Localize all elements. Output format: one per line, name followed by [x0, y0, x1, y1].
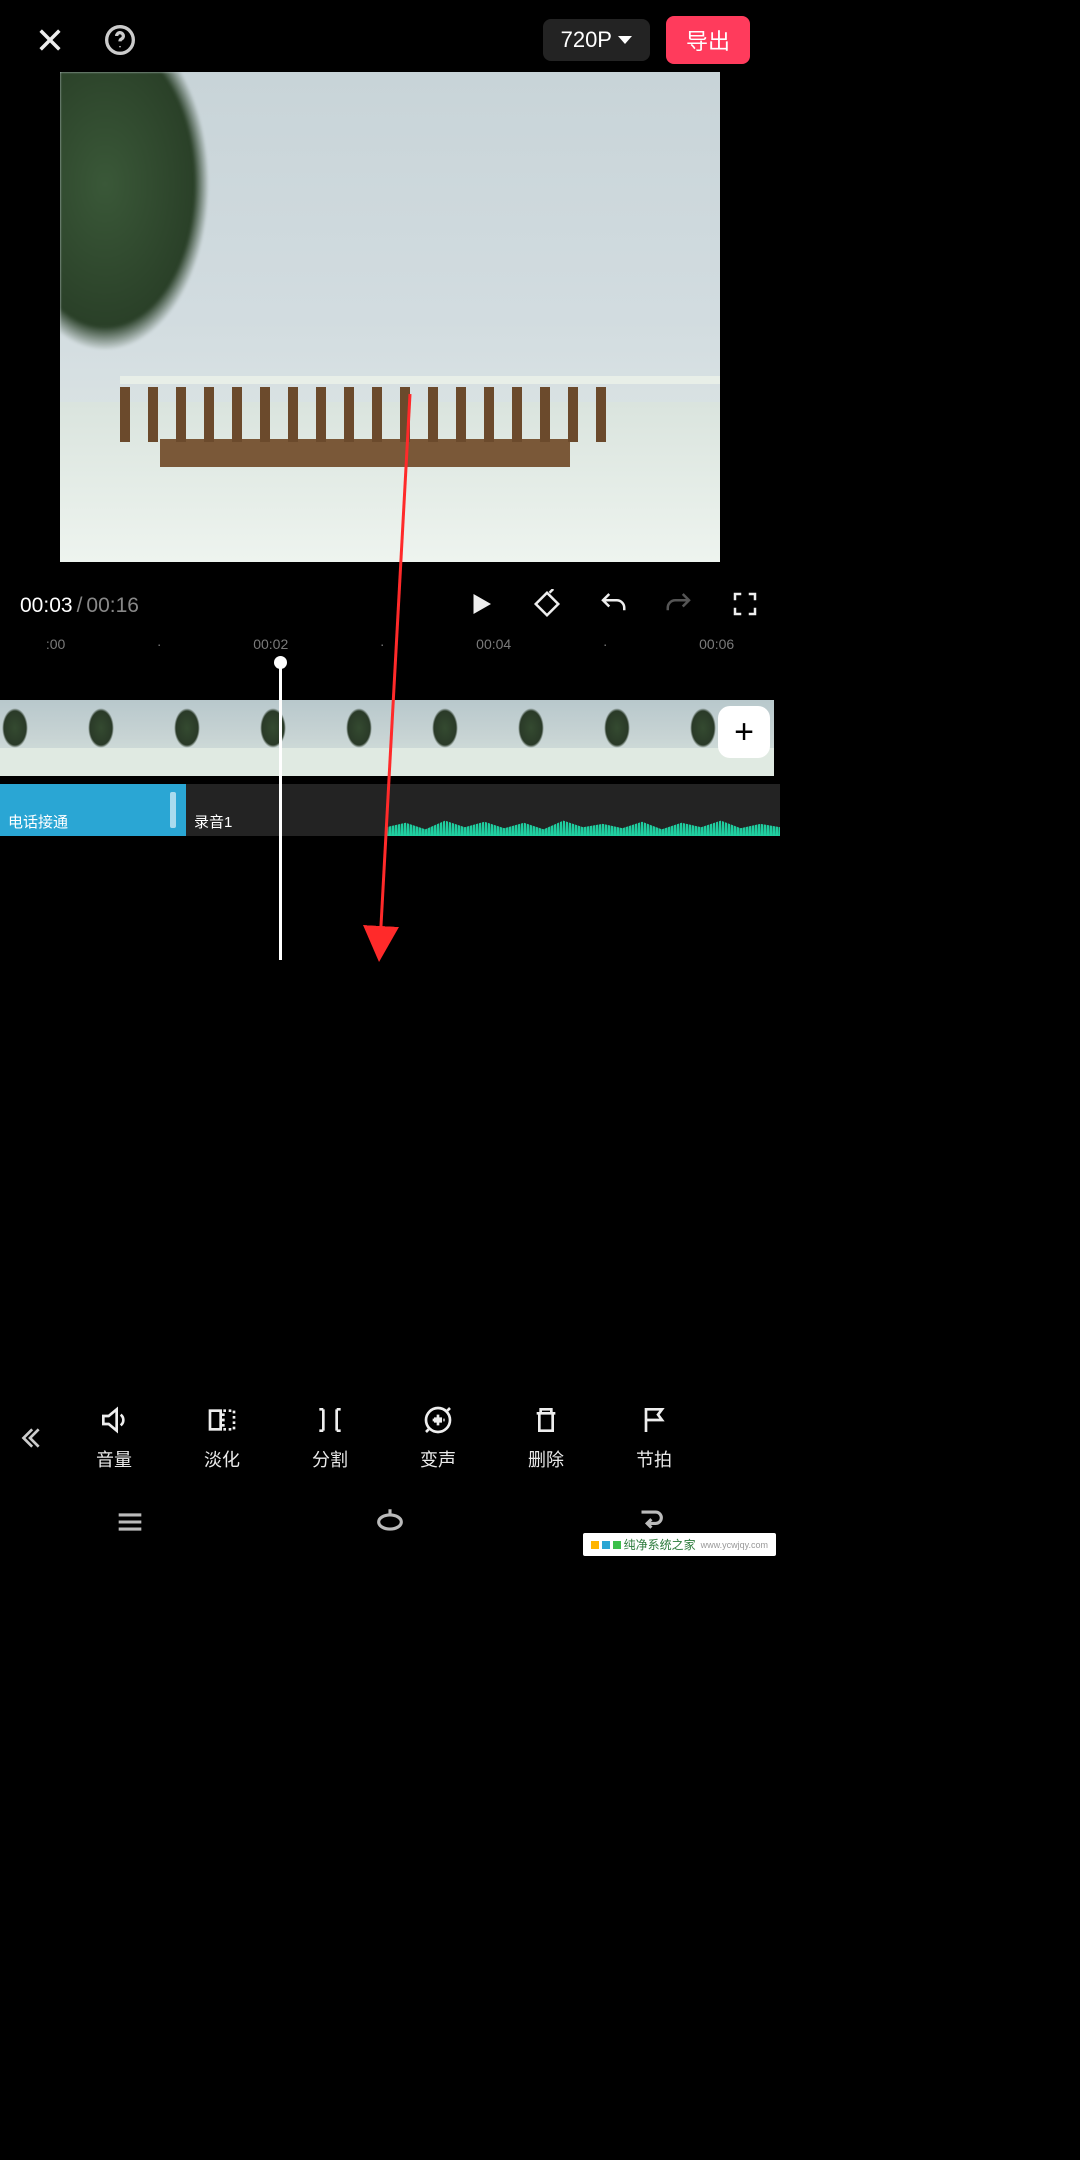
- split-icon: [314, 1404, 346, 1436]
- video-track[interactable]: [0, 700, 780, 776]
- voice-change-icon: [422, 1404, 454, 1436]
- clip-thumbnail[interactable]: [602, 700, 688, 776]
- clip-thumbnail[interactable]: [344, 700, 430, 776]
- speaker-icon: [98, 1404, 130, 1436]
- fade-icon: [206, 1404, 238, 1436]
- video-preview[interactable]: [60, 72, 720, 562]
- voice-change-button[interactable]: 变声: [384, 1404, 492, 1472]
- keyframe-button[interactable]: [532, 589, 562, 624]
- time-separator: /: [77, 594, 83, 618]
- redo-button[interactable]: [664, 589, 694, 624]
- clip-thumbnail[interactable]: [86, 700, 172, 776]
- fullscreen-button[interactable]: [730, 589, 760, 624]
- clip-thumbnail[interactable]: [516, 700, 602, 776]
- audio-tracks: 电话接通 录音1: [0, 784, 780, 836]
- export-button[interactable]: 导出: [666, 16, 750, 64]
- waveform-icon: [386, 814, 780, 836]
- ruler-mark: 00:02: [253, 636, 288, 652]
- toolbar-back-button[interactable]: [0, 1388, 60, 1488]
- close-button[interactable]: [30, 20, 70, 60]
- clip-thumbnail[interactable]: [430, 700, 516, 776]
- audio-clip-recording[interactable]: 录音1: [186, 784, 780, 836]
- trash-icon: [530, 1404, 562, 1436]
- beat-button[interactable]: 节拍: [600, 1404, 708, 1472]
- help-button[interactable]: [100, 20, 140, 60]
- resolution-label: 720P: [561, 27, 612, 53]
- fade-button[interactable]: 淡化: [168, 1404, 276, 1472]
- nav-menu-button[interactable]: [113, 1505, 147, 1544]
- timeline[interactable]: + 电话接通 录音1: [0, 700, 780, 960]
- playback-bar: 00:03 / 00:16: [0, 578, 780, 634]
- clip-thumbnail[interactable]: [258, 700, 344, 776]
- nav-home-button[interactable]: [373, 1505, 407, 1544]
- split-button[interactable]: 分割: [276, 1404, 384, 1472]
- total-time: 00:16: [86, 594, 139, 618]
- watermark: 纯净系统之家 www.ycwjqy.com: [583, 1533, 776, 1556]
- top-bar: 720P 导出: [0, 12, 780, 68]
- playhead[interactable]: [279, 660, 282, 960]
- timeline-ruler[interactable]: :00 00:02 00:04 00:06: [0, 630, 780, 658]
- volume-button[interactable]: 音量: [60, 1404, 168, 1472]
- current-time: 00:03: [20, 594, 73, 618]
- watermark-logo-icon: [591, 1541, 599, 1549]
- delete-button[interactable]: 删除: [492, 1404, 600, 1472]
- clip-thumbnail[interactable]: [0, 700, 86, 776]
- chevron-down-icon: [618, 36, 632, 44]
- flag-icon: [638, 1404, 670, 1436]
- ruler-mark: 00:04: [476, 636, 511, 652]
- ruler-mark: 00:06: [699, 636, 734, 652]
- clip-thumbnail[interactable]: [172, 700, 258, 776]
- audio-clip-phone[interactable]: 电话接通: [0, 784, 186, 836]
- edit-toolbar: 音量 淡化 分割 变声 删除 节拍: [0, 1388, 780, 1488]
- undo-button[interactable]: [598, 589, 628, 624]
- resolution-selector[interactable]: 720P: [543, 19, 650, 61]
- add-clip-button[interactable]: +: [718, 706, 770, 758]
- play-button[interactable]: [466, 589, 496, 624]
- ruler-mark: :00: [46, 636, 65, 652]
- preview-content: [60, 72, 210, 352]
